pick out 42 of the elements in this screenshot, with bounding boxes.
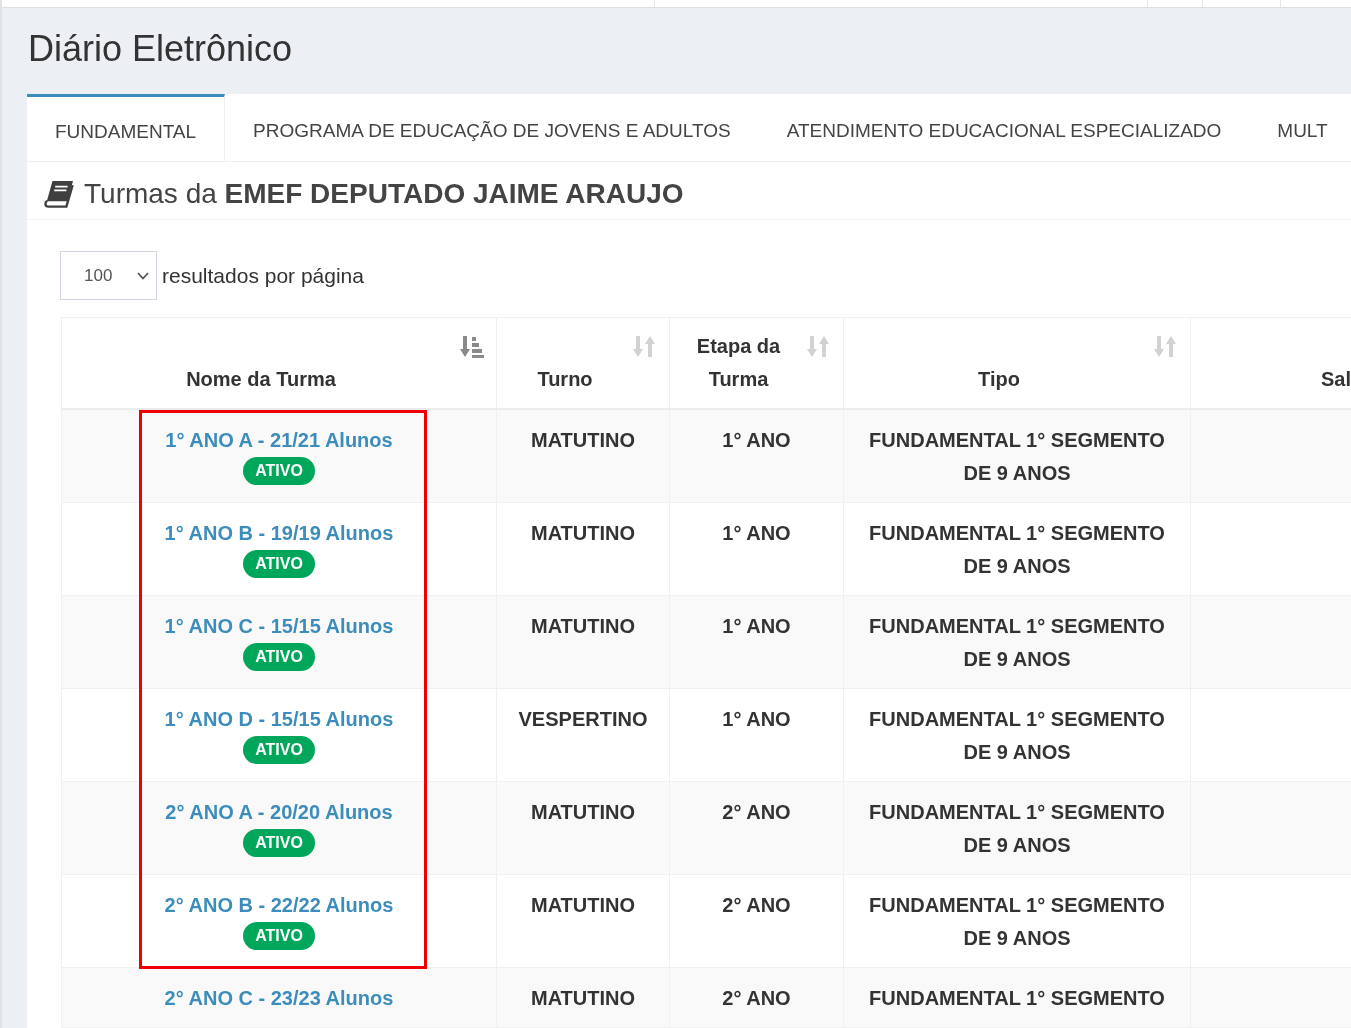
page-title: Diário Eletrônico xyxy=(27,27,294,71)
status-badge: ATIVO xyxy=(243,921,315,950)
page-size-label: resultados por página xyxy=(162,263,364,288)
table-cell: 1° ANO xyxy=(669,502,844,595)
column-header[interactable]: Tipo xyxy=(843,317,1191,409)
column-header[interactable]: Etapa da Turma xyxy=(669,317,844,409)
section-heading: Turmas da EMEF DEPUTADO JAIME ARAUJO xyxy=(84,177,684,211)
table-cell: 1° ANO xyxy=(669,688,844,781)
table-cell: 1° ANO xyxy=(669,595,844,688)
status-badge: ATIVO xyxy=(243,549,315,578)
table-cell: MATUTINO xyxy=(496,502,670,595)
table-cell: 2° ANO xyxy=(669,967,844,1027)
table-cell: FUNDAMENTAL 1° SEGMENTO DE 9 ANOS xyxy=(843,781,1191,874)
status-badge: ATIVO xyxy=(243,642,315,671)
book-icon xyxy=(44,180,74,208)
table-cell: MATUTINO xyxy=(496,874,670,967)
table-cell: 1° ANO xyxy=(669,408,844,502)
status-badge: ATIVO xyxy=(243,828,315,857)
table-cell: MATUTINO xyxy=(496,781,670,874)
tab[interactable]: FUNDAMENTAL xyxy=(27,94,226,161)
table-cell: MATUTINO xyxy=(496,408,670,502)
table-cell: FUNDAMENTAL 1° SEGMENTO DE 9 ANOS xyxy=(843,688,1191,781)
table-cell: 2° ANO xyxy=(669,874,844,967)
table-cell: FUNDAMENTAL 1° SEGMENTO DE 9 ANOS xyxy=(843,408,1191,502)
class-link[interactable]: 1° ANO B - 19/19 Alunos xyxy=(164,521,394,544)
column-header[interactable]: Sal xyxy=(1190,317,1351,409)
table-cell: MATUTINO xyxy=(496,967,670,1027)
column-header[interactable]: Turno xyxy=(496,317,670,409)
status-badge: ATIVO xyxy=(243,735,315,764)
table-cell: FUNDAMENTAL 1° SEGMENTO DE 9 ANOS xyxy=(843,595,1191,688)
class-link[interactable]: 2° ANO B - 22/22 Alunos xyxy=(164,893,394,916)
table-cell: FUNDAMENTAL 1° SEGMENTO DE 9 ANOS xyxy=(843,874,1191,967)
chevron-down-icon xyxy=(137,271,149,280)
table-cell: VESPERTINO xyxy=(496,688,670,781)
table-cell: 2° ANO xyxy=(669,781,844,874)
table-cell: MATUTINO xyxy=(496,595,670,688)
page-size-select[interactable]: 100 xyxy=(60,251,157,300)
status-badge: ATIVO xyxy=(243,456,315,485)
table-cell: FUNDAMENTAL 1° SEGMENTO xyxy=(843,967,1191,1027)
table-cell: FUNDAMENTAL 1° SEGMENTO DE 9 ANOS xyxy=(843,502,1191,595)
column-header[interactable]: Nome da Turma xyxy=(61,317,497,409)
class-link[interactable]: 1° ANO D - 15/15 Alunos xyxy=(164,707,394,730)
